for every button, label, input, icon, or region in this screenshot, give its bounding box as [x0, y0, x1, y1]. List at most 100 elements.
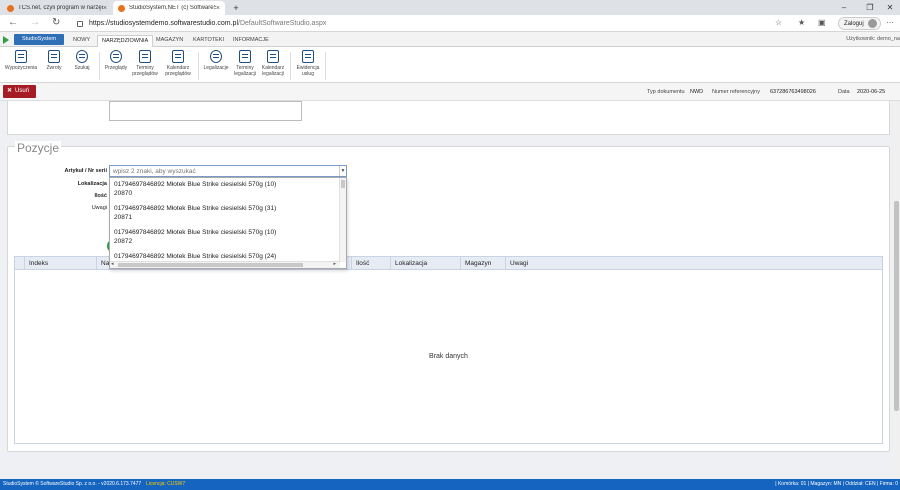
list-item[interactable]: 01794697846892 Młotek Blue Strike ciesie… — [114, 228, 276, 246]
column-header-lokalizacja[interactable]: Lokalizacja — [390, 257, 460, 270]
refresh-icon[interactable]: ↻ — [52, 17, 60, 29]
date-label: Data — [838, 89, 850, 95]
ribbon-label: Ewidencja usług — [296, 65, 320, 77]
calendar-icon — [139, 50, 151, 63]
tab-informacje[interactable]: INFORMACJE — [229, 35, 273, 47]
version-text: StudioSystem © SoftwareStudio Sp. z o.o.… — [3, 481, 142, 487]
ribbon-label: Kalendarz przeglądów — [165, 65, 191, 77]
login-button[interactable]: Zaloguj — [838, 17, 881, 30]
list-item-line2: 20871 — [114, 214, 133, 221]
ribbon-kalendarz-przegladow-button[interactable]: Kalendarz przeglądów — [160, 50, 196, 77]
document-icon — [302, 50, 314, 63]
column-header-ilosc[interactable]: Ilość — [351, 257, 390, 270]
back-arrow-icon[interactable]: ← — [8, 17, 18, 29]
site-favicon-icon — [118, 4, 125, 12]
minimize-icon[interactable]: – — [834, 0, 854, 15]
document-toolbar: ✕ Usuń Typ dokumentu NWD Numer referencyj… — [0, 83, 900, 101]
document-icon — [15, 50, 27, 63]
forward-arrow-icon[interactable]: → — [30, 17, 40, 29]
page-scrollbar[interactable] — [893, 101, 900, 479]
list-item[interactable]: 01794697846892 Młotek Blue Strike ciesie… — [114, 204, 276, 222]
close-tab-icon[interactable]: × — [216, 5, 220, 12]
ribbon-divider — [325, 52, 326, 80]
calendar-icon — [172, 50, 184, 63]
column-header-magazyn[interactable]: Magazyn — [460, 257, 505, 270]
positions-grid: Indeks Naz Ilość Lokalizacja Magazyn Uwa… — [14, 256, 883, 444]
ref-number-value: 637286763498026 — [770, 89, 816, 95]
new-tab-button[interactable]: + — [229, 1, 243, 15]
license-text: Licencja: CUSW7 — [146, 481, 186, 487]
more-menu-icon[interactable]: ⋯ — [886, 18, 894, 28]
ribbon-szukaj-button[interactable]: Szukaj — [64, 50, 100, 71]
delete-button[interactable]: ✕ Usuń — [3, 85, 36, 98]
browser-tab-2[interactable]: StudioSystem.NET (c) SoftwareS × — [113, 1, 225, 15]
location-label: Lokalizacja — [77, 181, 107, 187]
list-item[interactable]: 01794697846892 Młotek Blue Strike ciesie… — [114, 252, 276, 261]
notes-label: Uwagi — [91, 205, 107, 211]
list-item-line1: 01794697846892 Młotek Blue Strike ciesie… — [114, 253, 277, 260]
lock-icon — [77, 20, 83, 27]
collections-icon[interactable]: ▣ — [818, 18, 826, 28]
context-info-text: | Komórka: 01 | Magazyn: MN | Oddział: C… — [775, 481, 898, 487]
date-value: 2020-06-25 — [857, 89, 886, 95]
ref-number-label: Numer referencyjny — [712, 89, 760, 95]
calendar-icon — [239, 50, 251, 63]
ribbon-label: Kalendarz legalizacji — [261, 65, 285, 77]
tab-nowy[interactable]: NOWY — [69, 35, 94, 47]
tab-narzedziownia[interactable]: NARZĘDZIOWNIA — [97, 35, 154, 47]
notes-textarea[interactable] — [109, 101, 302, 121]
favorites-icon[interactable]: ★ — [798, 18, 805, 28]
doc-type-value: NWD — [690, 89, 704, 95]
close-tab-icon[interactable]: × — [103, 5, 107, 12]
login-label: Zaloguj — [844, 20, 864, 27]
dropdown-vertical-scrollbar[interactable] — [339, 178, 346, 262]
document-icon — [48, 50, 60, 63]
tab-magazyn[interactable]: MAGAZYN — [152, 35, 187, 47]
section-title: Pozycje — [15, 141, 62, 155]
ribbon-kalendarz-legalizacji-button[interactable]: Kalendarz legalizacji — [255, 50, 291, 77]
scroll-left-icon[interactable]: ◂ — [111, 261, 114, 267]
url-field[interactable]: https://studiosystemdemo.softwarestudio.… — [77, 17, 326, 30]
list-item-line1: 01794697846892 Młotek Blue Strike ciesie… — [114, 229, 277, 236]
tab-kartoteki[interactable]: KARTOTEKI — [189, 35, 228, 47]
gear-icon — [110, 50, 122, 63]
column-header-uwagi[interactable]: Uwagi — [505, 257, 883, 270]
restore-icon[interactable]: ❐ — [860, 0, 880, 15]
ribbon-label: Terminy przeglądów — [132, 65, 158, 77]
browser-tab-bar: TCS.net, czyli program w narzędzi × Stud… — [0, 0, 900, 15]
list-item-line1: 01794697846892 Młotek Blue Strike ciesie… — [114, 181, 277, 188]
ribbon-ewidencja-uslug-button[interactable]: Ewidencja usług — [290, 50, 326, 77]
scrollbar-thumb[interactable] — [894, 201, 899, 411]
close-icon: ✕ — [7, 88, 13, 94]
list-item[interactable]: 01794697846892 Młotek Blue Strike ciesie… — [114, 180, 276, 198]
play-icon[interactable] — [3, 36, 9, 44]
list-item-line1: 01794697846892 Młotek Blue Strike ciesie… — [114, 205, 277, 212]
search-person-icon — [76, 50, 88, 63]
browser-tab-1[interactable]: TCS.net, czyli program w narzędzi × — [2, 1, 112, 15]
close-window-icon[interactable]: ✕ — [880, 0, 900, 15]
scroll-right-icon[interactable]: ▸ — [333, 261, 336, 267]
article-label: Artykuł / Nr serii — [64, 168, 108, 174]
article-dropdown-list: 01794697846892 Młotek Blue Strike ciesie… — [109, 177, 347, 269]
brand-button[interactable]: StudioSystem — [14, 34, 64, 45]
column-header-indeks[interactable]: Indeks — [24, 257, 96, 270]
ribbon-terminy-przegladow-button[interactable]: Terminy przeglądów — [127, 50, 163, 77]
calendar-icon — [267, 50, 279, 63]
chevron-down-icon[interactable]: ▼ — [339, 166, 346, 176]
article-search-input[interactable] — [109, 165, 347, 177]
user-label: Użytkownik: demo_na — [846, 36, 900, 42]
app-menu-bar: StudioSystem NOWY NARZĘDZIOWNIA MAGAZYN … — [0, 32, 900, 47]
star-icon[interactable]: ☆ — [775, 18, 782, 28]
status-bar: StudioSystem © SoftwareStudio Sp. z o.o.… — [0, 479, 900, 490]
scrollbar-thumb[interactable] — [118, 263, 303, 267]
ribbon-wypozyczenia-button[interactable]: Wypożyczenia — [3, 50, 39, 71]
url-host: https://studiosystemdemo.softwarestudio.… — [89, 20, 239, 27]
scrollbar-thumb[interactable] — [341, 180, 345, 188]
browser-tab-2-title: StudioSystem.NET (c) SoftwareS — [129, 5, 216, 11]
ribbon-label: Szukaj — [74, 65, 90, 71]
site-favicon-icon — [7, 4, 14, 12]
dropdown-horizontal-scrollbar[interactable]: ◂ ▸ — [110, 261, 340, 268]
gear-icon — [210, 50, 222, 63]
url-path: /DefaultSoftwareStudio.aspx — [238, 20, 327, 27]
browser-tab-1-title: TCS.net, czyli program w narzędzi — [18, 5, 103, 11]
